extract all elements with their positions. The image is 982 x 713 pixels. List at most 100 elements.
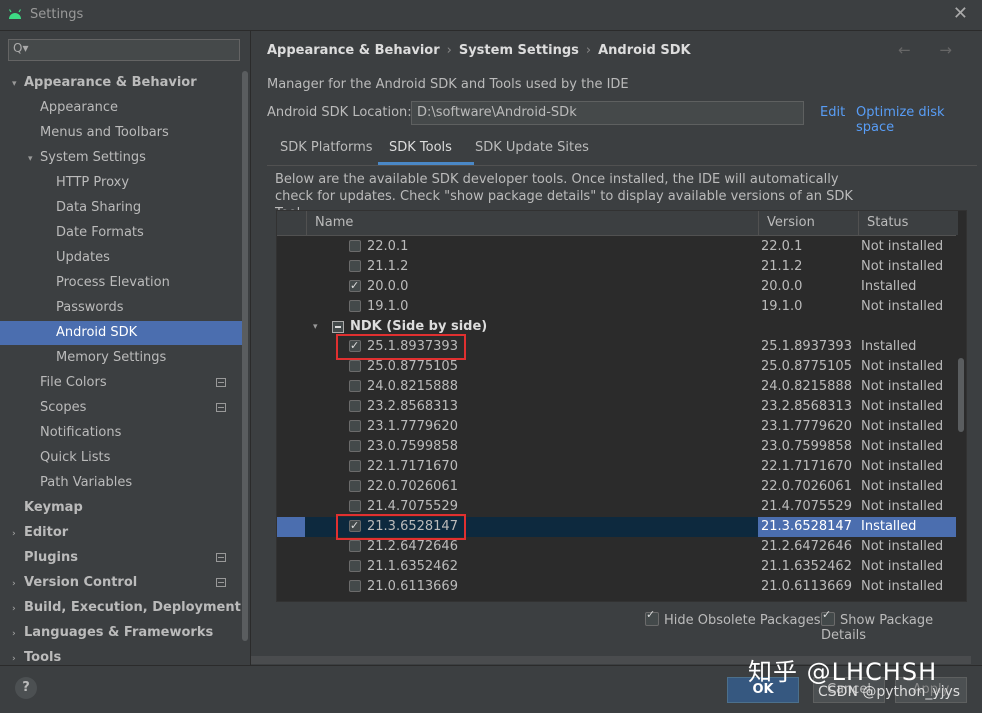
row-status: Not installed [861, 299, 944, 314]
sidebar-item-build-execution-deployment[interactable]: › Build, Execution, Deployment [0, 596, 242, 620]
table-row[interactable]: 22.0.1 22.0.1 Not installed [277, 237, 958, 257]
sidebar-item-editor[interactable]: › Editor [0, 521, 242, 545]
table-scroll-thumb[interactable] [958, 358, 964, 432]
sidebar-item-version-control[interactable]: › Version Control [0, 571, 242, 595]
row-checkbox[interactable] [349, 400, 361, 412]
row-checkbox[interactable] [349, 240, 361, 252]
tab-sdk-update-sites[interactable]: SDK Update Sites [475, 140, 589, 155]
table-scrollbar[interactable] [956, 235, 966, 601]
table-row[interactable]: 21.1.6352462 21.1.6352462 Not installed [277, 557, 958, 577]
header-status[interactable]: Status [858, 211, 958, 235]
sidebar-item-languages-frameworks[interactable]: › Languages & Frameworks [0, 621, 242, 645]
sidebar-item-label: Appearance [40, 100, 119, 115]
highlight-annotation-box [336, 334, 466, 360]
row-checkbox[interactable] [349, 460, 361, 472]
row-version: 21.2.6472646 [761, 539, 852, 554]
hide-obsolete-option[interactable]: Hide Obsolete Packages [645, 608, 820, 628]
android-icon [8, 9, 22, 19]
row-version: 21.3.6528147 [758, 517, 861, 537]
sdk-location-field[interactable]: D:\software\Android-SDk [411, 101, 804, 125]
header-select-column [277, 211, 307, 235]
sidebar-item-keymap[interactable]: Keymap [0, 496, 242, 520]
table-row[interactable]: 25.0.8775105 25.0.8775105 Not installed [277, 357, 958, 377]
optimize-disk-space-link[interactable]: Optimize disk space [856, 105, 982, 135]
chevron-down-icon[interactable]: ▾ [28, 147, 40, 171]
row-checkbox[interactable] [349, 276, 361, 296]
breadcrumb-system-settings: System Settings [458, 43, 579, 58]
group-partial-checkbox[interactable] [332, 321, 344, 333]
table-row[interactable]: 22.0.7026061 22.0.7026061 Not installed [277, 477, 958, 497]
table-row[interactable]: 21.2.6472646 21.2.6472646 Not installed [277, 537, 958, 557]
table-row[interactable]: 22.1.7171670 22.1.7171670 Not installed [277, 457, 958, 477]
table-header: Name Version Status [277, 211, 958, 236]
sidebar-item-path-variables[interactable]: Path Variables [0, 471, 242, 495]
chevron-down-icon[interactable]: ▾ [12, 72, 24, 96]
table-row[interactable]: 20.0.0 20.0.0 Installed [277, 276, 958, 297]
row-version: 20.0.0 [761, 279, 803, 294]
sidebar-item-label: Date Formats [56, 225, 144, 240]
row-checkbox[interactable] [349, 540, 361, 552]
sidebar-item-plugins[interactable]: Plugins [0, 546, 242, 570]
table-row[interactable]: 21.1.2 21.1.2 Not installed [277, 257, 958, 277]
chevron-right-icon[interactable]: › [12, 597, 24, 621]
table-row[interactable]: 24.0.8215888 24.0.8215888 Not installed [277, 377, 958, 397]
row-checkbox[interactable] [349, 560, 361, 572]
row-checkbox[interactable] [349, 480, 361, 492]
table-row[interactable]: 21.0.6113669 21.0.6113669 Not installed [277, 577, 958, 597]
sidebar-item-http-proxy[interactable]: HTTP Proxy [0, 171, 242, 195]
chevron-down-icon[interactable]: ▾ [313, 317, 318, 337]
help-button[interactable]: ? [15, 677, 37, 699]
row-checkbox[interactable] [349, 360, 361, 372]
sidebar-item-process-elevation[interactable]: Process Elevation [0, 271, 242, 295]
sidebar-item-date-formats[interactable]: Date Formats [0, 221, 242, 245]
sidebar-item-data-sharing[interactable]: Data Sharing [0, 196, 242, 220]
edit-link[interactable]: Edit [820, 105, 845, 120]
header-name[interactable]: Name [306, 211, 758, 235]
sidebar-item-appearance[interactable]: Appearance [0, 96, 242, 120]
chevron-right-icon[interactable]: › [12, 522, 24, 546]
sidebar-item-quick-lists[interactable]: Quick Lists [0, 446, 242, 470]
sidebar-item-memory-settings[interactable]: Memory Settings [0, 346, 242, 370]
row-checkbox[interactable] [349, 580, 361, 592]
sidebar-item-updates[interactable]: Updates [0, 246, 242, 270]
sidebar-scrollbar[interactable] [242, 71, 248, 641]
table-row[interactable]: 19.1.0 19.1.0 Not installed [277, 297, 958, 317]
sidebar-item-passwords[interactable]: Passwords [0, 296, 242, 320]
sidebar-item-scopes[interactable]: Scopes [0, 396, 242, 420]
tab-sdk-platforms[interactable]: SDK Platforms [280, 140, 373, 155]
row-status: Not installed [861, 539, 944, 554]
title-bar: Settings ✕ [0, 0, 982, 31]
sidebar-item-notifications[interactable]: Notifications [0, 421, 242, 445]
row-checkbox[interactable] [349, 420, 361, 432]
row-checkbox[interactable] [349, 500, 361, 512]
sidebar-item-android-sdk[interactable]: Android SDK [0, 321, 242, 345]
row-checkbox[interactable] [349, 440, 361, 452]
show-details-option[interactable]: Show Package Details [821, 608, 982, 643]
row-checkbox[interactable] [349, 260, 361, 272]
tab-sdk-tools[interactable]: SDK Tools [389, 140, 452, 155]
show-details-checkbox[interactable] [821, 608, 835, 626]
hide-obsolete-checkbox[interactable] [645, 608, 659, 626]
chevron-right-icon[interactable]: › [12, 622, 24, 646]
header-version[interactable]: Version [758, 211, 858, 235]
row-status: Installed [861, 339, 917, 354]
sidebar-item-system-settings[interactable]: ▾ System Settings [0, 146, 242, 170]
sidebar-item-file-colors[interactable]: File Colors [0, 371, 242, 395]
sidebar-item-menus-and-toolbars[interactable]: Menus and Toolbars [0, 121, 242, 145]
close-icon[interactable]: ✕ [953, 3, 968, 24]
row-checkbox[interactable] [349, 300, 361, 312]
table-row[interactable]: 23.1.7779620 23.1.7779620 Not installed [277, 417, 958, 437]
table-row[interactable]: 23.0.7599858 23.0.7599858 Not installed [277, 437, 958, 457]
highlight-annotation-box [336, 514, 466, 540]
sidebar-item-appearance-behavior[interactable]: ▾ Appearance & Behavior [0, 71, 242, 95]
chevron-right-icon[interactable]: › [12, 572, 24, 596]
row-version: 22.0.7026061 [761, 479, 852, 494]
settings-search-input[interactable]: Q▾ [8, 39, 240, 61]
row-status: Installed [858, 517, 961, 537]
sidebar-item-label: File Colors [40, 375, 107, 390]
row-status: Not installed [861, 439, 944, 454]
row-checkbox[interactable] [349, 380, 361, 392]
back-forward-icon[interactable]: ← → [898, 41, 964, 59]
table-row[interactable]: 23.2.8568313 23.2.8568313 Not installed [277, 397, 958, 417]
sdk-tools-table: Name Version Status 22.0.1 22.0.1 Not inst… [276, 210, 967, 602]
